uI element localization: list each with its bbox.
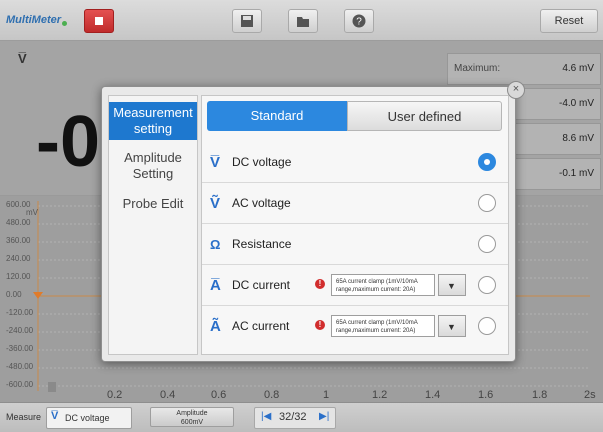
page-navigator: |◀ 32/32 ▶| <box>254 407 336 429</box>
radio-resistance[interactable] <box>478 235 496 253</box>
ac-current-icon: Ã <box>210 318 221 335</box>
measure-value: DC voltage <box>65 413 110 423</box>
radio-ac-voltage[interactable] <box>478 194 496 212</box>
amplitude-button[interactable]: Amplitude 600mV <box>150 407 234 427</box>
help-icon: ? <box>352 14 366 28</box>
dialog-sidebar: Measurement setting Amplitude Setting Pr… <box>108 95 198 355</box>
y-tick: -360.00 <box>6 344 34 353</box>
stop-icon <box>95 17 103 25</box>
option-dc-current[interactable]: A̅ DC current ! 65A current clamp (1mV/1… <box>202 265 508 306</box>
option-label: AC current <box>232 319 290 333</box>
radio-dc-current[interactable] <box>478 276 496 294</box>
radio-dc-voltage[interactable] <box>478 153 496 171</box>
stat-value: -4.0 mV <box>558 98 594 109</box>
ac-voltage-icon: Ṽ <box>210 195 221 212</box>
option-ac-voltage[interactable]: Ṽ AC voltage <box>202 183 508 224</box>
measure-select[interactable]: V̅ DC voltage <box>46 407 132 429</box>
option-label: DC current <box>232 278 291 292</box>
amplitude-label: Amplitude <box>176 410 208 417</box>
option-dc-voltage[interactable]: V̅ DC voltage <box>202 142 508 183</box>
chevron-down-icon: ▼ <box>447 281 456 291</box>
save-icon <box>241 15 253 27</box>
clamp-select[interactable]: 65A current clamp (1mV/10mA range,maximu… <box>331 315 435 337</box>
resistance-icon: Ω <box>210 237 221 252</box>
stat-value: 8.6 mV <box>562 133 594 144</box>
tab-standard[interactable]: Standard <box>207 101 347 131</box>
y-tick: 120.00 <box>6 272 31 281</box>
stat-value: -0.1 mV <box>558 168 594 179</box>
folder-icon <box>297 17 309 27</box>
stat-value: 4.6 mV <box>562 63 594 74</box>
cursor-handle-icon[interactable] <box>48 382 56 392</box>
save-button[interactable] <box>232 9 262 33</box>
x-tick: 2s <box>584 389 596 401</box>
y-tick: -480.00 <box>6 362 34 371</box>
x-tick: 0.2 <box>107 389 123 401</box>
folder-button[interactable] <box>288 9 318 33</box>
measure-label: Measure <box>6 412 42 422</box>
option-label: DC voltage <box>232 155 292 169</box>
toolbar: MultiMeter ? Reset <box>0 0 603 41</box>
svg-text:?: ? <box>356 17 362 28</box>
x-tick: 1.8 <box>532 389 548 401</box>
option-resistance[interactable]: Ω Resistance <box>202 224 508 265</box>
x-tick: 1 <box>323 389 330 401</box>
reset-button[interactable]: Reset <box>540 9 598 33</box>
sidebar-item-probe-edit[interactable]: Probe Edit <box>109 196 197 218</box>
close-icon[interactable]: × <box>507 81 525 99</box>
clamp-dropdown-button[interactable]: ▼ <box>438 315 466 337</box>
sidebar-item-amplitude-setting[interactable]: Amplitude Setting <box>109 148 197 184</box>
option-label: AC voltage <box>232 196 291 210</box>
sidebar-item-measurement-setting[interactable]: Measurement setting <box>109 102 197 140</box>
chevron-down-icon: ▼ <box>447 322 456 332</box>
dc-current-icon: A̅ <box>210 277 221 294</box>
clamp-dropdown-button[interactable]: ▼ <box>438 274 466 296</box>
y-tick: -120.00 <box>6 308 34 317</box>
meter-reading: -0 <box>36 102 101 182</box>
dc-voltage-icon: V̅ <box>210 154 221 171</box>
help-button[interactable]: ? <box>344 9 374 33</box>
dc-voltage-icon: V̅ <box>51 410 59 422</box>
first-page-icon[interactable]: |◀ <box>261 411 271 422</box>
y-tick: 240.00 <box>6 254 31 263</box>
x-tick: 0.6 <box>211 389 227 401</box>
x-tick: 1.4 <box>425 389 441 401</box>
x-tick: 0.8 <box>264 389 280 401</box>
x-tick: 0.4 <box>160 389 176 401</box>
option-label: Resistance <box>232 237 292 251</box>
warning-icon[interactable]: ! <box>315 279 325 289</box>
x-tick: 1.6 <box>478 389 494 401</box>
tab-user-defined[interactable]: User defined <box>347 101 502 131</box>
warning-icon[interactable]: ! <box>315 320 325 330</box>
x-tick: 1.2 <box>372 389 388 401</box>
radio-ac-current[interactable] <box>478 317 496 335</box>
page-indicator: 32/32 <box>279 411 307 423</box>
amplitude-value: 600mV <box>180 419 204 426</box>
bottom-toolbar: Measure V̅ DC voltage Amplitude 600mV |◀… <box>0 402 603 432</box>
measurement-dialog: Measurement setting Amplitude Setting Pr… <box>101 86 516 362</box>
dialog-content: Standard User defined V̅ DC voltage Ṽ AC… <box>201 95 509 355</box>
y-tick: -240.00 <box>6 326 34 335</box>
clamp-select[interactable]: 65A current clamp (1mV/10mA range,maximu… <box>331 274 435 296</box>
last-page-icon[interactable]: ▶| <box>319 411 329 422</box>
y-tick: 480.00 <box>6 218 31 227</box>
stop-button[interactable] <box>84 9 114 33</box>
dc-voltage-icon: V̅ <box>18 51 27 66</box>
option-ac-current[interactable]: Ã AC current ! 65A current clamp (1mV/10… <box>202 306 508 346</box>
y-tick: 360.00 <box>6 236 31 245</box>
stat-label: Maximum: <box>454 63 501 74</box>
y-tick: 0.00 <box>6 290 22 299</box>
y-tick: -600.00 <box>6 380 34 389</box>
y-unit: mV <box>26 208 38 217</box>
stat-maximum: Maximum: 4.6 mV <box>447 53 601 85</box>
app-title: MultiMeter <box>6 14 67 26</box>
